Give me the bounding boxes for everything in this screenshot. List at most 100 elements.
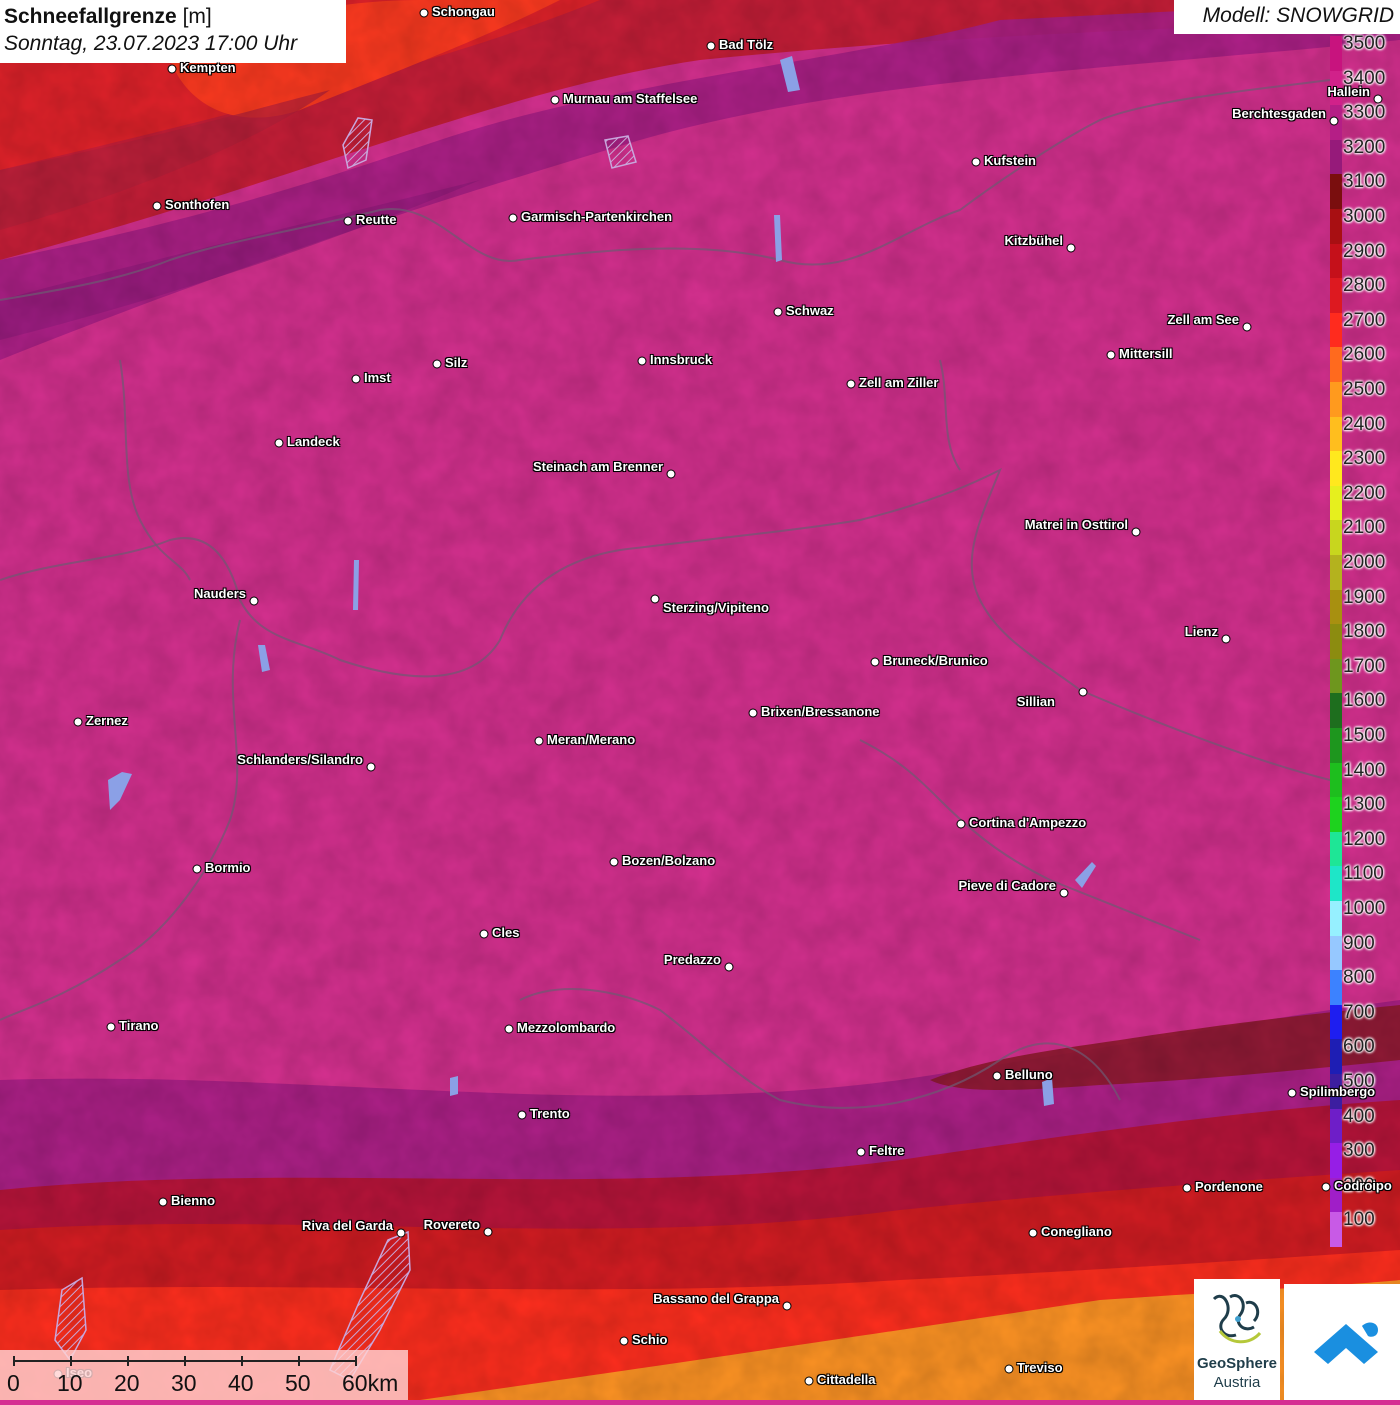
city-dot-icon [1287,1088,1297,1098]
legend-label: 2900 [1343,240,1386,262]
city-label: Berchtesgaden [1232,106,1326,121]
legend-label: 1500 [1343,725,1386,746]
scale-tick [355,1356,357,1366]
city-label: Pieve di Cadore [958,878,1056,893]
city-dot-icon [870,657,880,667]
scale-label: 50 [285,1370,311,1396]
city-dot-icon [609,857,619,867]
city-label: Sillian [1016,694,1055,709]
city-label: Sonthofen [165,197,230,212]
scale-bar: 0 10 20 30 40 50 60km [0,1350,408,1400]
city-dot-icon [1004,1364,1014,1374]
city-dot-icon [152,201,162,211]
scale-label: 0 [7,1370,20,1396]
legend-swatch [1330,451,1342,487]
city-dot-icon [1329,116,1339,126]
legend-label: 2300 [1343,448,1386,470]
legend-label: 3100 [1343,171,1386,193]
city-dot-icon [432,359,442,369]
legend-label: 2000 [1343,552,1386,573]
legend-label: 1800 [1343,621,1386,643]
legend-label: 1300 [1343,794,1386,816]
city-dot-icon [706,41,716,51]
city-dot-icon [856,1147,866,1157]
city-dot-icon [637,356,647,366]
legend-label: 2400 [1343,413,1386,435]
map-datetime: Sonntag, 23.07.2023 17:00 Uhr [4,32,298,55]
city-dot-icon [249,596,259,606]
city-label: Predazzo [663,952,721,967]
city-dot-icon [274,438,284,448]
city-label: Zell am Ziller [859,375,939,390]
city-dot-icon [1028,1228,1038,1238]
scale-label: 30 [171,1370,197,1396]
city-dot-icon [666,469,676,479]
legend-swatch [1330,1039,1342,1075]
city-dot-icon [992,1071,1002,1081]
legend-swatch [1330,555,1342,591]
legend-label: 3000 [1343,206,1386,227]
city-label: Schlanders/Silandro [237,752,363,767]
title-bold: Schneefallgrenze [4,5,177,28]
city-label: Trento [530,1106,570,1121]
city-dot-icon [1078,687,1088,697]
city-label: Feltre [869,1143,905,1158]
legend-swatch [1330,797,1342,833]
city-label: Tirano [119,1018,159,1033]
city-dot-icon [846,379,856,389]
city-label: Bruneck/Brunico [883,653,988,668]
city-label: Schio [632,1332,668,1347]
scale-tick [184,1356,186,1366]
legend-label: 1100 [1343,863,1384,885]
city-dot-icon [504,1024,514,1034]
city-label: Mittersill [1119,346,1173,361]
legend-swatch [1330,174,1342,210]
city-dot-icon [192,864,202,874]
legend-swatch [1330,728,1342,764]
mountain-logo-icon [1314,1322,1378,1364]
city-label: Treviso [1017,1360,1063,1375]
city-label: Bienno [171,1193,216,1208]
city-label: Kufstein [984,153,1036,168]
map-title: Schneefallgrenze [m] [4,4,346,30]
city-label: Spilimbergo [1300,1084,1376,1099]
city-label: Hallein [1327,84,1370,99]
scale-label: 10 [57,1370,83,1396]
legend-swatch [1330,1212,1342,1248]
legend-swatch [1330,970,1342,1006]
legend-swatch [1330,866,1342,902]
city-label: Bozen/Bolzano [622,853,716,868]
legend-label: 1000 [1343,898,1386,919]
city-label: Murnau am Staffelsee [563,91,698,106]
city-dot-icon [106,1022,116,1032]
city-label: Zell am See [1167,312,1239,327]
city-dot-icon [479,929,489,939]
legend-swatch [1330,36,1342,72]
scale-tick [127,1356,129,1366]
legend-label: 3300 [1343,102,1386,124]
legend-label: 400 [1343,1105,1375,1127]
city-label: Cortina d'Ampezzo [969,815,1087,830]
city-label: Bormio [205,860,251,875]
city-dot-icon [351,374,361,384]
legend-swatch [1330,935,1342,971]
legend-swatch [1330,416,1342,452]
legend-label: 2600 [1343,344,1386,366]
city-dot-icon [773,307,783,317]
city-label: Codroipo [1334,1178,1392,1193]
scale-label: 60km [342,1370,399,1396]
city-label: Riva del Garda [301,1218,393,1233]
scale-tick [298,1356,300,1366]
legend-label: 1400 [1343,759,1386,781]
logo-line2: Austria [1213,1374,1261,1391]
legend-swatch [1330,139,1342,175]
city-dot-icon [366,762,376,772]
city-label: Mezzolombardo [517,1020,616,1035]
city-dot-icon [1321,1182,1331,1192]
city-label: Reutte [356,212,397,227]
legend-label: 800 [1343,967,1375,989]
legend-swatch [1330,312,1342,348]
city-dot-icon [517,1110,527,1120]
legend-label: 2800 [1343,275,1386,297]
legend-swatch [1330,243,1342,279]
